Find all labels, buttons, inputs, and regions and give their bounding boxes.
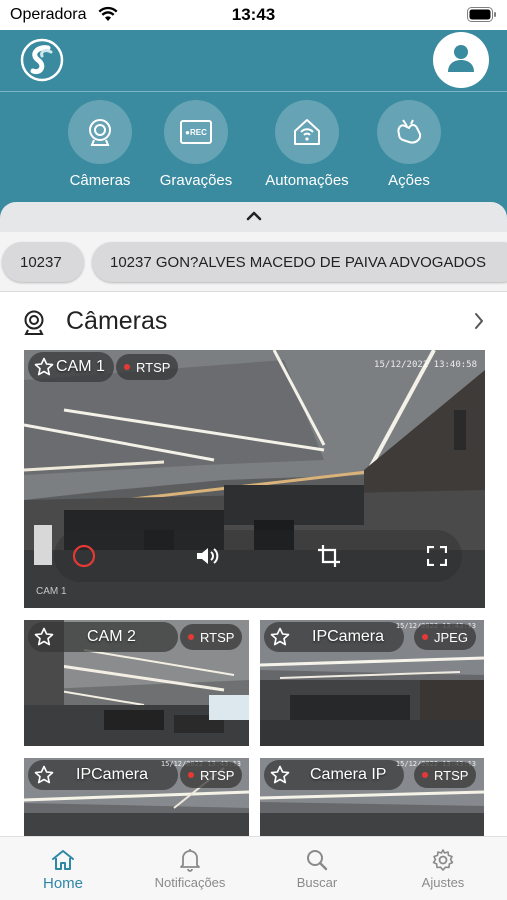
rec-icon-text: ●REC: [185, 127, 207, 137]
tab-search[interactable]: Buscar: [254, 847, 380, 890]
camera-icon: [68, 100, 132, 164]
nav-automations[interactable]: Automações: [257, 100, 357, 189]
live-dot: [124, 364, 130, 370]
chip-label: 10237: [20, 253, 62, 271]
nav-label: Automações: [265, 172, 349, 189]
protocol-badge: RTSP: [116, 354, 179, 380]
nav-label: Ações: [388, 172, 430, 189]
live-dot: [422, 634, 428, 640]
live-dot: [188, 634, 194, 640]
camera-name: IPCamera: [312, 628, 385, 645]
nav-label: Câmeras: [69, 172, 131, 189]
client-filter-chips: 10237 10237 GON?ALVES MACEDO DE PAIVA AD…: [0, 232, 507, 292]
status-bar: Operadora 13:43: [0, 0, 507, 30]
chip-client-name[interactable]: 10237 GON?ALVES MACEDO DE PAIVA ADVOGADO…: [92, 242, 507, 282]
gear-icon: [380, 847, 506, 873]
chevron-up-icon: [246, 208, 262, 226]
star-icon[interactable]: [270, 765, 290, 790]
crop-icon[interactable]: [316, 543, 342, 569]
section-title: Câmeras: [66, 307, 168, 335]
header-divider: [0, 91, 507, 92]
star-icon[interactable]: [270, 627, 290, 652]
search-icon: [254, 847, 380, 873]
hand-tap-icon: [377, 100, 441, 164]
protocol-badge: RTSP: [180, 624, 243, 650]
star-icon[interactable]: [34, 357, 54, 382]
protocol-label: JPEG: [434, 629, 468, 645]
camera-feed-tile[interactable]: CAM 2 RTSP: [24, 620, 249, 746]
camera-feed-tile[interactable]: IPCamera 15/12/2022 13:43:13 RTSP: [24, 758, 249, 848]
chip-label: 10237 GON?ALVES MACEDO DE PAIVA ADVOGADO…: [110, 253, 486, 271]
record-button[interactable]: [71, 543, 97, 569]
chevron-right-icon[interactable]: [473, 312, 485, 335]
app-logo-icon[interactable]: [20, 38, 64, 82]
tab-label: Buscar: [296, 875, 338, 890]
camera-feed-main[interactable]: CAM 1 RTSP 15/12/2022 13:40:58 CAM 1: [24, 350, 485, 608]
webcam-icon: [22, 310, 46, 341]
nav-recordings[interactable]: ●REC Gravações: [146, 100, 246, 189]
rec-icon: ●REC: [164, 100, 228, 164]
tab-notifications[interactable]: Notificações: [127, 847, 253, 890]
bell-icon: [127, 847, 253, 873]
tab-label: Notificações: [154, 875, 226, 890]
chip-client-id[interactable]: 10237: [2, 242, 84, 282]
protocol-label: RTSP: [434, 767, 469, 783]
camera-feed-tile[interactable]: IPCamera 15/12/2022 13:43:13 JPEG: [260, 620, 484, 746]
profile-button[interactable]: [433, 32, 489, 88]
tab-label: Ajustes: [421, 875, 465, 890]
camera-name: Camera IP: [310, 766, 387, 783]
user-icon: [443, 40, 479, 81]
protocol-label: RTSP: [200, 629, 235, 645]
camera-watermark: CAM 1: [36, 586, 67, 597]
protocol-badge: RTSP: [414, 762, 477, 788]
home-icon: [0, 847, 126, 873]
speaker-icon[interactable]: [194, 543, 220, 569]
nav-label: Gravações: [159, 172, 233, 189]
star-icon[interactable]: [34, 627, 54, 652]
protocol-badge: JPEG: [414, 624, 476, 650]
star-icon[interactable]: [34, 765, 54, 790]
playback-controls: [54, 530, 462, 582]
camera-name: CAM 2: [87, 628, 136, 645]
protocol-label: RTSP: [200, 767, 235, 783]
smart-home-icon: [275, 100, 339, 164]
camera-name: CAM 1: [56, 358, 105, 375]
nav-cameras[interactable]: Câmeras: [50, 100, 150, 189]
collapse-header-button[interactable]: [0, 202, 507, 232]
cameras-section-header[interactable]: Câmeras: [0, 300, 507, 344]
tab-home[interactable]: Home: [0, 847, 126, 892]
live-dot: [188, 772, 194, 778]
clock: 13:43: [231, 5, 276, 24]
fullscreen-icon[interactable]: [424, 543, 450, 569]
battery-icon: [467, 7, 497, 27]
tab-settings[interactable]: Ajustes: [380, 847, 506, 890]
tab-label: Home: [42, 875, 83, 892]
protocol-badge: RTSP: [180, 762, 243, 788]
camera-name: IPCamera: [76, 766, 149, 783]
camera-feed-tile[interactable]: Camera IP 15/12/2022 13:43:13 RTSP: [260, 758, 484, 848]
camera-timestamp: 15/12/2022 13:40:58: [374, 360, 477, 370]
protocol-label: RTSP: [136, 359, 171, 375]
app-header: Câmeras ●REC Gravações Automações Ações: [0, 30, 507, 230]
live-dot: [422, 772, 428, 778]
bottom-tab-bar: Home Notificações Buscar Ajustes: [0, 836, 507, 900]
header-top-bar: [0, 30, 507, 91]
nav-actions[interactable]: Ações: [359, 100, 459, 189]
